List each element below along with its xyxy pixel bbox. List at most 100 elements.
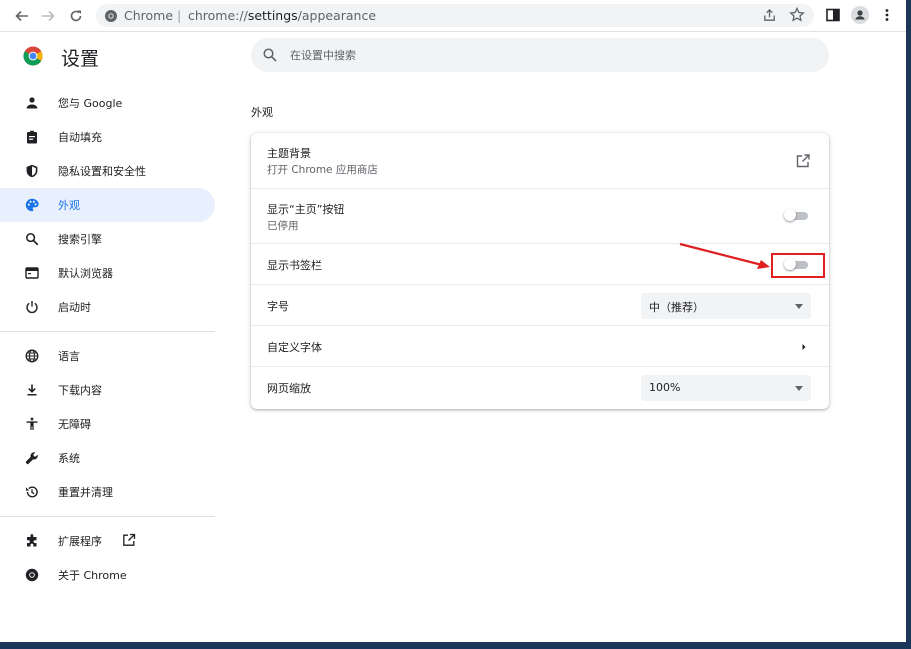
omnibox-site-label: Chrome: [124, 8, 174, 23]
sidebar-divider: [0, 516, 215, 517]
profile-icon: [855, 10, 865, 20]
section-title: 外观: [251, 106, 273, 119]
globe-icon: [24, 348, 40, 364]
sidebar-item-label: 隐私设置和安全性: [58, 165, 146, 178]
home-button-toggle[interactable]: [783, 209, 809, 223]
back-button[interactable]: [12, 6, 32, 26]
search-icon: [24, 231, 40, 247]
omnibox-url: chrome://settings/appearance: [188, 8, 376, 23]
theme-sublabel: 打开 Chrome 应用商店: [267, 164, 378, 176]
reload-button[interactable]: [66, 6, 86, 26]
settings-search[interactable]: 在设置中搜索: [251, 38, 829, 72]
sidebar-item-system[interactable]: 系统: [0, 441, 215, 475]
more-menu-icon[interactable]: [879, 7, 895, 23]
forward-arrow-icon: [42, 10, 55, 22]
sidebar-item-languages[interactable]: 语言: [0, 339, 215, 373]
wrench-icon: [24, 450, 40, 466]
sidebar-item-label: 下载内容: [58, 384, 102, 397]
open-in-new-icon[interactable]: [795, 153, 811, 169]
download-icon: [24, 382, 40, 398]
browser-icon: [24, 265, 40, 281]
sidebar-item-privacy[interactable]: 隐私设置和安全性: [0, 154, 215, 188]
desktop-edge: [0, 642, 911, 649]
sidebar-item-label: 无障碍: [58, 418, 91, 431]
open-in-new-icon: [123, 533, 136, 546]
bookmarks-bar-label: 显示书签栏: [267, 259, 322, 272]
omnibox-separator: |: [177, 8, 182, 23]
accessibility-icon: [24, 416, 40, 432]
font-size-label: 字号: [267, 300, 289, 313]
sidebar-item-autofill[interactable]: 自动填充: [0, 120, 215, 154]
clipboard-icon: [24, 129, 40, 145]
sidebar-item-search-engine[interactable]: 搜索引擎: [0, 222, 215, 256]
side-panel-icon[interactable]: [825, 7, 841, 23]
search-icon: [263, 48, 277, 62]
page-zoom-row: 网页缩放 100%: [251, 366, 829, 410]
sidebar-item-label: 您与 Google: [58, 97, 123, 110]
sidebar-item-accessibility[interactable]: 无障碍: [0, 407, 215, 441]
page-zoom-label: 网页缩放: [267, 382, 311, 395]
url-prefix: chrome://: [188, 8, 248, 23]
font-size-row: 字号 中（推荐）: [251, 284, 829, 326]
sidebar-item-extensions[interactable]: 扩展程序: [0, 524, 215, 558]
page-title: 设置: [61, 48, 100, 70]
page-zoom-select[interactable]: 100%: [641, 375, 811, 401]
back-arrow-icon: [15, 10, 28, 22]
sidebar-nav: 您与 Google 自动填充 隐私设置和安全性 外观 搜索引擎 默认浏览器 启动…: [0, 86, 215, 592]
sidebar-item-label: 启动时: [58, 301, 91, 314]
sidebar-item-reset[interactable]: 重置并清理: [0, 475, 215, 509]
settings-header: 设置: [0, 36, 240, 80]
annotation-highlight-box: [771, 253, 825, 278]
sidebar-item-label: 系统: [58, 452, 80, 465]
sidebar-item-label: 语言: [58, 350, 80, 363]
browser-window: Chrome | chrome://settings/appearance 设置…: [0, 0, 906, 642]
sidebar-item-appearance[interactable]: 外观: [0, 188, 215, 222]
search-placeholder: 在设置中搜索: [290, 49, 356, 62]
person-icon: [24, 95, 40, 111]
sidebar-item-label: 关于 Chrome: [58, 569, 127, 582]
url-path: /appearance: [297, 8, 377, 23]
chrome-icon: [24, 567, 40, 583]
custom-fonts-row[interactable]: 自定义字体: [251, 325, 829, 367]
address-bar[interactable]: Chrome | chrome://settings/appearance: [96, 4, 814, 27]
theme-row[interactable]: 主题背景 打开 Chrome 应用商店: [251, 133, 829, 188]
puzzle-icon: [24, 533, 40, 549]
sidebar-item-label: 默认浏览器: [58, 267, 113, 280]
font-size-select[interactable]: 中（推荐）: [641, 293, 811, 319]
browser-toolbar: Chrome | chrome://settings/appearance: [0, 0, 906, 32]
forward-button[interactable]: [38, 6, 58, 26]
sidebar-item-label: 外观: [58, 199, 80, 212]
sidebar-divider: [0, 331, 215, 332]
bookmark-star-icon[interactable]: [789, 7, 805, 23]
caret-down-icon: [795, 386, 803, 391]
chrome-logo-icon: [23, 46, 43, 66]
sidebar-item-downloads[interactable]: 下载内容: [0, 373, 215, 407]
reload-icon: [70, 10, 82, 22]
desktop-edge: [906, 0, 911, 649]
sidebar-item-label: 自动填充: [58, 131, 102, 144]
history-icon: [24, 484, 40, 500]
sidebar-item-label: 重置并清理: [58, 486, 113, 499]
toggle-knob: [784, 209, 796, 221]
profile-avatar[interactable]: [851, 6, 869, 24]
chrome-site-icon: [105, 10, 117, 22]
annotation-arrow: [679, 242, 770, 269]
shield-icon: [24, 163, 40, 179]
home-button-sublabel: 已停用: [267, 220, 299, 232]
url-host: settings: [247, 8, 298, 23]
font-size-value: 中（推荐）: [649, 301, 704, 314]
theme-label: 主题背景: [267, 147, 311, 160]
home-button-label: 显示“主页”按钮: [267, 203, 345, 216]
share-icon[interactable]: [762, 8, 777, 23]
caret-down-icon: [795, 304, 803, 309]
sidebar-item-default-browser[interactable]: 默认浏览器: [0, 256, 215, 290]
sidebar-item-on-startup[interactable]: 启动时: [0, 290, 215, 324]
custom-fonts-label: 自定义字体: [267, 341, 322, 354]
sidebar-item-label: 扩展程序: [58, 535, 102, 548]
page-zoom-value: 100%: [649, 381, 681, 394]
palette-icon: [24, 197, 40, 213]
sidebar-item-you-and-google[interactable]: 您与 Google: [0, 86, 215, 120]
sidebar-item-label: 搜索引擎: [58, 233, 102, 246]
sidebar-item-about-chrome[interactable]: 关于 Chrome: [0, 558, 215, 592]
power-icon: [24, 299, 40, 315]
